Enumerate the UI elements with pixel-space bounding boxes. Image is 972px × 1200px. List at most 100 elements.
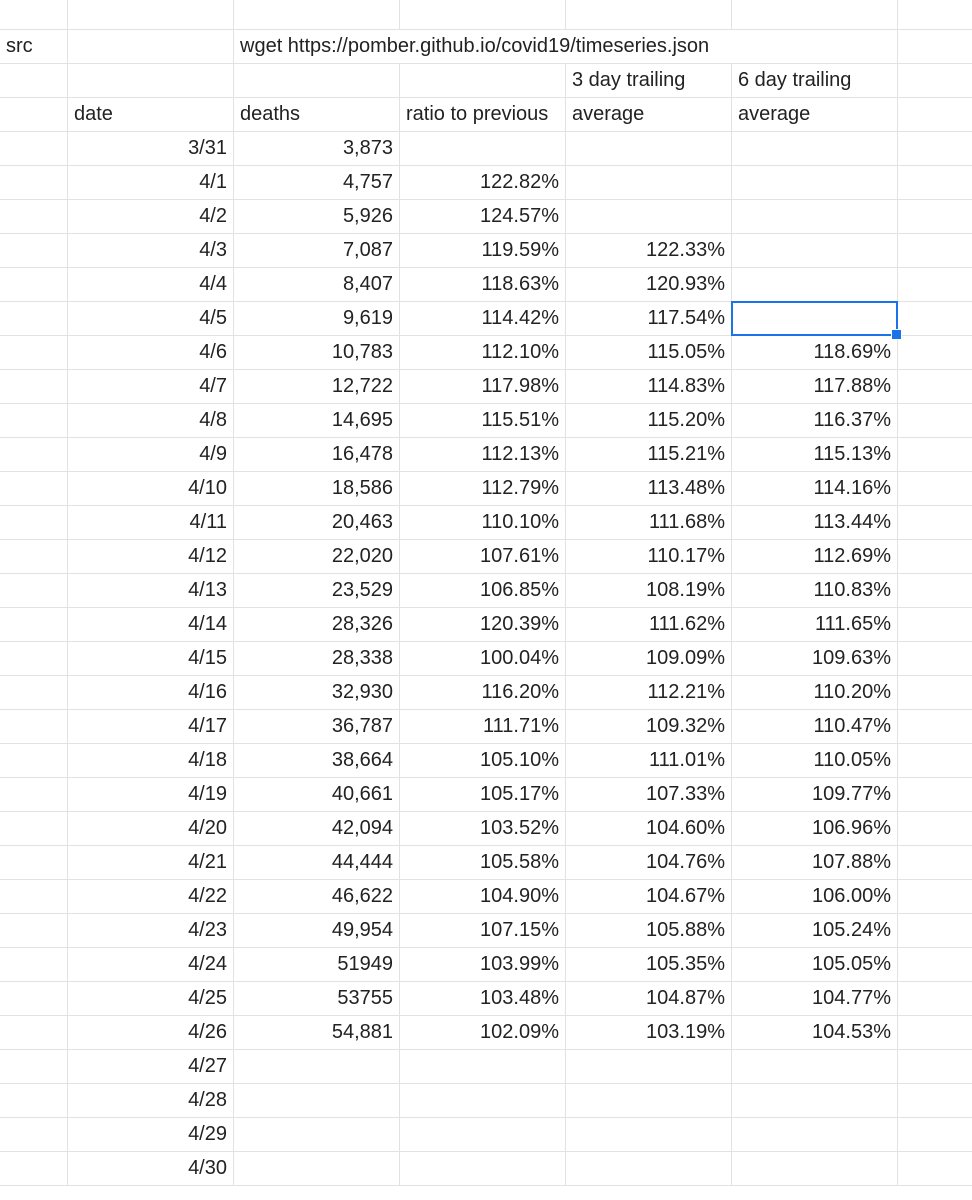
cell-deaths[interactable]: 44,444 (234, 846, 400, 879)
cell-date[interactable]: 4/26 (68, 1016, 234, 1049)
cell-ratio-to-previous[interactable]: 115.51% (400, 404, 566, 437)
cell-date[interactable]: 4/18 (68, 744, 234, 777)
cell-6-day-avg[interactable]: 105.05% (732, 948, 898, 981)
cell-deaths[interactable]: 5,926 (234, 200, 400, 233)
cell-deaths[interactable]: 4,757 (234, 166, 400, 199)
cell-date[interactable]: 4/7 (68, 370, 234, 403)
cell-3-day-avg[interactable] (566, 1050, 732, 1083)
cell-6-day-avg[interactable]: 118.69% (732, 336, 898, 369)
cell-date[interactable]: 4/28 (68, 1084, 234, 1117)
cell-ratio-to-previous[interactable]: 119.59% (400, 234, 566, 267)
cell-deaths[interactable]: 7,087 (234, 234, 400, 267)
cell-deaths[interactable]: 12,722 (234, 370, 400, 403)
cell-ratio-to-previous[interactable]: 112.13% (400, 438, 566, 471)
cell-deaths[interactable] (234, 64, 400, 97)
cell-deaths[interactable]: 22,020 (234, 540, 400, 573)
cell-3-day-avg[interactable]: 122.33% (566, 234, 732, 267)
cell-3-day-avg[interactable]: 109.09% (566, 642, 732, 675)
cell-3-day-avg[interactable] (566, 0, 732, 29)
cell-3-day-avg[interactable]: 115.20% (566, 404, 732, 437)
cell-date[interactable]: 4/25 (68, 982, 234, 1015)
cell-3-day-avg[interactable]: 111.62% (566, 608, 732, 641)
cell-date[interactable] (68, 64, 234, 97)
cell-row-gutter[interactable] (0, 64, 68, 97)
cell-3-day-avg[interactable]: 117.54% (566, 302, 732, 335)
cell-6-day-avg[interactable]: 116.37% (732, 404, 898, 437)
cell-6-day-avg[interactable]: 105.24% (732, 914, 898, 947)
cell-date[interactable]: 4/8 (68, 404, 234, 437)
cell-deaths[interactable]: 28,326 (234, 608, 400, 641)
cell-row-gutter[interactable]: src (0, 30, 68, 63)
cell-3-day-avg[interactable] (566, 1152, 732, 1185)
cell-ratio-to-previous[interactable]: 122.82% (400, 166, 566, 199)
cell-ratio-to-previous[interactable] (400, 0, 566, 29)
cell-3-day-avg[interactable]: 104.87% (566, 982, 732, 1015)
cell-date[interactable]: 4/22 (68, 880, 234, 913)
cell-date[interactable]: 4/12 (68, 540, 234, 573)
cell-ratio-to-previous[interactable]: 118.63% (400, 268, 566, 301)
cell-deaths[interactable]: 8,407 (234, 268, 400, 301)
cell-date[interactable]: 4/11 (68, 506, 234, 539)
cell-6-day-avg[interactable] (732, 0, 898, 29)
cell-date[interactable]: 4/27 (68, 1050, 234, 1083)
cell-6-day-avg[interactable]: 106.96% (732, 812, 898, 845)
cell-3-day-avg[interactable]: 3 day trailing (566, 64, 732, 97)
cell-date[interactable]: 4/14 (68, 608, 234, 641)
cell-3-day-avg[interactable]: 107.33% (566, 778, 732, 811)
cell-3-day-avg[interactable]: 108.19% (566, 574, 732, 607)
cell-3-day-avg[interactable]: 105.88% (566, 914, 732, 947)
cell-date[interactable]: 4/10 (68, 472, 234, 505)
cell-ratio-to-previous[interactable]: 105.58% (400, 846, 566, 879)
cell-row-gutter[interactable] (0, 0, 68, 29)
cell-date[interactable] (68, 30, 234, 63)
cell-6-day-avg[interactable]: 112.69% (732, 540, 898, 573)
cell-ratio-to-previous[interactable]: 116.20% (400, 676, 566, 709)
cell-date[interactable]: 4/5 (68, 302, 234, 335)
cell-3-day-avg[interactable] (566, 1118, 732, 1151)
cell-3-day-avg[interactable]: 103.19% (566, 1016, 732, 1049)
cell-3-day-avg[interactable]: 104.60% (566, 812, 732, 845)
cell-ratio-to-previous[interactable]: 104.90% (400, 880, 566, 913)
cell-6-day-avg[interactable] (732, 166, 898, 199)
cell-6-day-avg[interactable]: 111.65% (732, 608, 898, 641)
cell-3-day-avg[interactable]: 109.32% (566, 710, 732, 743)
cell-6-day-avg[interactable] (732, 302, 898, 335)
cell-deaths[interactable] (234, 1152, 400, 1185)
cell-6-day-avg[interactable] (732, 132, 898, 165)
cell-deaths[interactable]: 54,881 (234, 1016, 400, 1049)
cell-date[interactable]: 4/23 (68, 914, 234, 947)
cell-6-day-avg[interactable]: average (732, 98, 898, 131)
cell-6-day-avg[interactable] (732, 30, 898, 63)
cell-date[interactable]: 4/15 (68, 642, 234, 675)
cell-deaths[interactable]: 53755 (234, 982, 400, 1015)
cell-ratio-to-previous[interactable]: 102.09% (400, 1016, 566, 1049)
cell-6-day-avg[interactable]: 6 day trailing (732, 64, 898, 97)
cell-ratio-to-previous[interactable] (400, 132, 566, 165)
cell-date[interactable]: 4/2 (68, 200, 234, 233)
cell-ratio-to-previous[interactable]: 124.57% (400, 200, 566, 233)
cell-deaths[interactable] (234, 1050, 400, 1083)
cell-row-gutter[interactable] (0, 98, 68, 131)
cell-3-day-avg[interactable]: 105.35% (566, 948, 732, 981)
cell-3-day-avg[interactable]: 104.67% (566, 880, 732, 913)
cell-deaths[interactable]: 28,338 (234, 642, 400, 675)
cell-3-day-avg[interactable]: 110.17% (566, 540, 732, 573)
cell-date[interactable]: 4/29 (68, 1118, 234, 1151)
cell-deaths[interactable]: 23,529 (234, 574, 400, 607)
cell-6-day-avg[interactable]: 107.88% (732, 846, 898, 879)
cell-ratio-to-previous[interactable]: 114.42% (400, 302, 566, 335)
cell-date[interactable]: 4/20 (68, 812, 234, 845)
cell-6-day-avg[interactable]: 110.47% (732, 710, 898, 743)
cell-ratio-to-previous[interactable]: 120.39% (400, 608, 566, 641)
cell-6-day-avg[interactable] (732, 200, 898, 233)
cell-deaths[interactable]: 20,463 (234, 506, 400, 539)
cell-3-day-avg[interactable]: 111.68% (566, 506, 732, 539)
cell-6-day-avg[interactable] (732, 1050, 898, 1083)
cell-ratio-to-previous[interactable]: 107.61% (400, 540, 566, 573)
cell-3-day-avg[interactable]: 115.21% (566, 438, 732, 471)
cell-deaths[interactable] (234, 1084, 400, 1117)
cell-6-day-avg[interactable]: 114.16% (732, 472, 898, 505)
cell-deaths[interactable]: 40,661 (234, 778, 400, 811)
cell-ratio-to-previous[interactable] (400, 1152, 566, 1185)
cell-deaths[interactable] (234, 1118, 400, 1151)
